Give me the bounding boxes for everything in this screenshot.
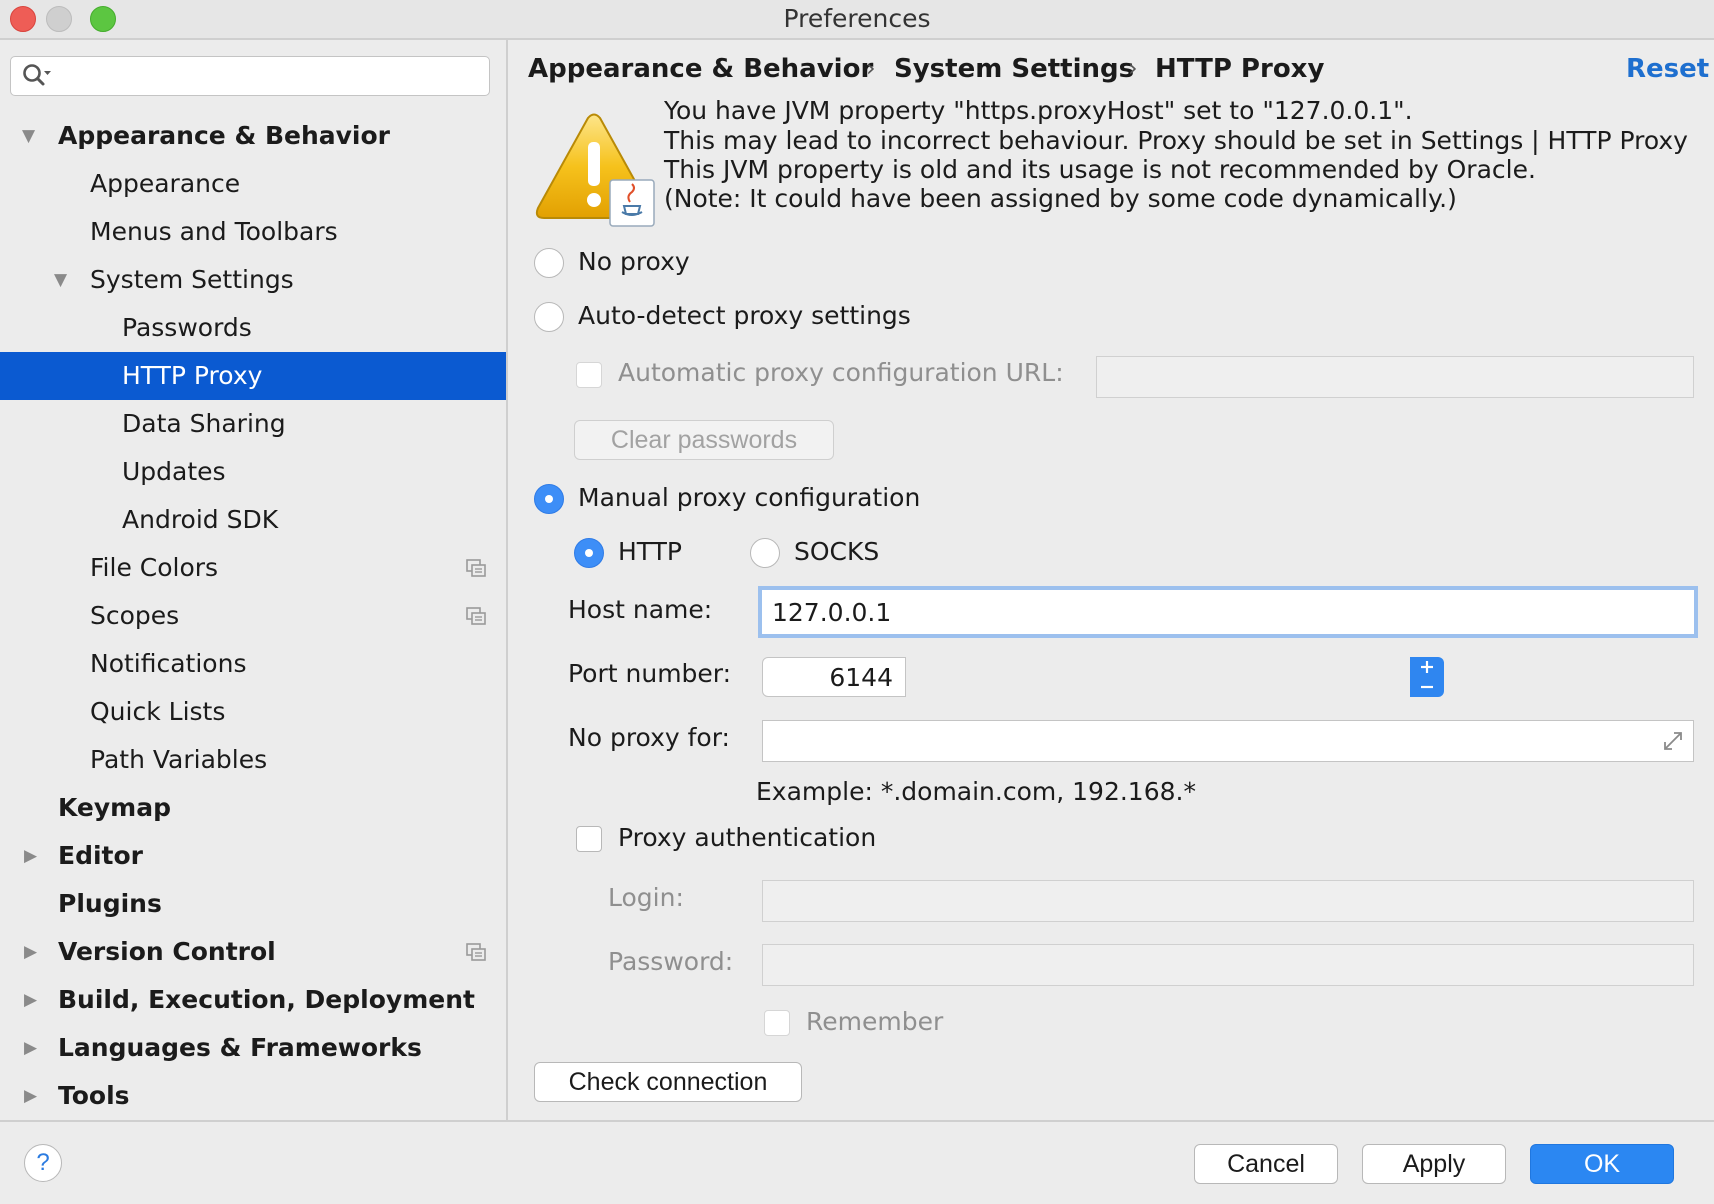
socks-label[interactable]: SOCKS bbox=[794, 537, 879, 566]
settings-search-input[interactable] bbox=[10, 56, 490, 96]
warning-text-line: You have JVM property "https.proxyHost" … bbox=[664, 96, 1413, 125]
http-label[interactable]: HTTP bbox=[618, 537, 682, 566]
sidebar-item-appearance-behavior[interactable]: ▼ Appearance & Behavior bbox=[0, 112, 506, 160]
chevron-right-icon[interactable]: ▶ bbox=[24, 928, 37, 976]
auto-config-url-field[interactable] bbox=[1096, 356, 1694, 398]
breadcrumb-item-current: HTTP Proxy bbox=[1155, 54, 1325, 84]
no-proxy-radio[interactable] bbox=[534, 248, 564, 278]
socks-radio[interactable] bbox=[750, 538, 780, 568]
window-title: Preferences bbox=[783, 4, 931, 33]
breadcrumb-item[interactable]: Appearance & Behavior bbox=[528, 54, 873, 84]
password-label: Password: bbox=[608, 947, 734, 976]
host-name-field[interactable]: 127.0.0.1 bbox=[758, 586, 1698, 638]
chevron-down-icon[interactable]: ▼ bbox=[54, 256, 67, 304]
sidebar-item-scopes[interactable]: Scopes bbox=[0, 592, 506, 640]
sidebar-item-quick-lists[interactable]: Quick Lists bbox=[0, 688, 506, 736]
auto-detect-radio[interactable] bbox=[534, 302, 564, 332]
login-label: Login: bbox=[608, 883, 684, 912]
project-scope-icon bbox=[466, 943, 486, 961]
expand-icon[interactable] bbox=[1661, 729, 1685, 753]
breadcrumb-item[interactable]: System Settings bbox=[894, 54, 1134, 84]
sidebar-item-tools[interactable]: ▶ Tools bbox=[0, 1072, 506, 1120]
chevron-right-icon[interactable]: ▶ bbox=[24, 1024, 37, 1072]
breadcrumb-separator: › bbox=[866, 54, 876, 82]
clear-passwords-button[interactable]: Clear passwords bbox=[574, 420, 834, 460]
sidebar-item-passwords[interactable]: Passwords bbox=[0, 304, 506, 352]
proxy-authentication-checkbox[interactable] bbox=[576, 826, 602, 852]
port-stepper[interactable] bbox=[1410, 657, 1444, 697]
sidebar-item-updates[interactable]: Updates bbox=[0, 448, 506, 496]
http-radio[interactable] bbox=[574, 538, 604, 568]
search-icon bbox=[23, 64, 51, 86]
warning-icon bbox=[535, 113, 655, 227]
port-number-field[interactable]: 6144 bbox=[762, 657, 906, 697]
sidebar-item-build-execution-deployment[interactable]: ▶ Build, Execution, Deployment bbox=[0, 976, 506, 1024]
manual-proxy-radio[interactable] bbox=[534, 484, 564, 514]
dialog-footer: ? Cancel Apply OK bbox=[0, 1122, 1714, 1204]
project-scope-icon bbox=[466, 607, 486, 625]
sidebar-item-editor[interactable]: ▶ Editor bbox=[0, 832, 506, 880]
chevron-down-icon[interactable]: ▼ bbox=[22, 112, 35, 160]
sidebar-item-version-control[interactable]: ▶ Version Control bbox=[0, 928, 506, 976]
stepper-arrows-icon bbox=[1421, 661, 1433, 689]
password-field[interactable] bbox=[762, 944, 1694, 986]
sidebar-item-menus-toolbars[interactable]: Menus and Toolbars bbox=[0, 208, 506, 256]
title-bar: Preferences bbox=[0, 0, 1714, 40]
warning-text-line: (Note: It could have been assigned by so… bbox=[664, 184, 1457, 213]
sidebar-item-plugins[interactable]: Plugins bbox=[0, 880, 506, 928]
project-scope-icon bbox=[466, 559, 486, 577]
sidebar-item-file-colors[interactable]: File Colors bbox=[0, 544, 506, 592]
login-field[interactable] bbox=[762, 880, 1694, 922]
breadcrumb-separator: › bbox=[1128, 54, 1138, 82]
no-proxy-example-text: Example: *.domain.com, 192.168.* bbox=[756, 777, 1196, 806]
settings-sidebar: ▼ Appearance & Behavior Appearance Menus… bbox=[0, 40, 506, 1120]
no-proxy-for-field[interactable] bbox=[762, 720, 1694, 762]
host-name-label: Host name: bbox=[568, 595, 713, 624]
remember-label: Remember bbox=[806, 1007, 944, 1036]
sidebar-item-system-settings[interactable]: ▼ System Settings bbox=[0, 256, 506, 304]
auto-detect-label[interactable]: Auto-detect proxy settings bbox=[578, 301, 911, 330]
warning-text-line: This JVM property is old and its usage i… bbox=[664, 155, 1536, 184]
sidebar-item-keymap[interactable]: Keymap bbox=[0, 784, 506, 832]
no-proxy-label[interactable]: No proxy bbox=[578, 247, 690, 276]
apply-button[interactable]: Apply bbox=[1362, 1144, 1506, 1184]
http-proxy-panel: Appearance & Behavior › System Settings … bbox=[508, 40, 1714, 1120]
auto-config-url-label: Automatic proxy configuration URL: bbox=[618, 358, 1064, 387]
sidebar-item-path-variables[interactable]: Path Variables bbox=[0, 736, 506, 784]
chevron-right-icon[interactable]: ▶ bbox=[24, 832, 37, 880]
help-button[interactable]: ? bbox=[24, 1144, 62, 1182]
chevron-right-icon[interactable]: ▶ bbox=[24, 1072, 37, 1120]
port-number-label: Port number: bbox=[568, 659, 732, 688]
reset-link[interactable]: Reset bbox=[1626, 54, 1709, 84]
warning-text-line: This may lead to incorrect behaviour. Pr… bbox=[664, 126, 1688, 155]
cancel-button[interactable]: Cancel bbox=[1194, 1144, 1338, 1184]
sidebar-item-languages-frameworks[interactable]: ▶ Languages & Frameworks bbox=[0, 1024, 506, 1072]
sidebar-item-appearance[interactable]: Appearance bbox=[0, 160, 506, 208]
proxy-authentication-label[interactable]: Proxy authentication bbox=[618, 823, 876, 852]
chevron-right-icon[interactable]: ▶ bbox=[24, 976, 37, 1024]
manual-proxy-label[interactable]: Manual proxy configuration bbox=[578, 483, 920, 512]
ok-button[interactable]: OK bbox=[1530, 1144, 1674, 1184]
sidebar-item-http-proxy[interactable]: HTTP Proxy bbox=[0, 352, 506, 400]
auto-config-url-checkbox[interactable] bbox=[576, 362, 602, 388]
no-proxy-for-label: No proxy for: bbox=[568, 723, 730, 752]
sidebar-item-data-sharing[interactable]: Data Sharing bbox=[0, 400, 506, 448]
sidebar-item-notifications[interactable]: Notifications bbox=[0, 640, 506, 688]
sidebar-item-android-sdk[interactable]: Android SDK bbox=[0, 496, 506, 544]
check-connection-button[interactable]: Check connection bbox=[534, 1062, 802, 1102]
remember-checkbox[interactable] bbox=[764, 1010, 790, 1036]
